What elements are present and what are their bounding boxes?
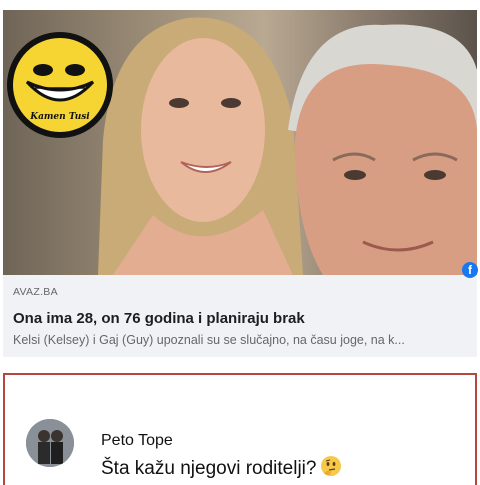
watermark-logo: Kamen Tusi	[7, 32, 113, 138]
comment-text: Šta kažu njegovi roditelji?	[101, 458, 317, 479]
link-info[interactable]: AVAZ.BA Ona ima 28, on 76 godina i plani…	[13, 286, 473, 347]
link-headline[interactable]: Ona ima 28, on 76 godina i planiraju bra…	[13, 310, 473, 327]
link-preview-photo[interactable]: Kamen Tusi	[3, 10, 477, 275]
logo-text: Kamen Tusi	[30, 112, 90, 122]
comment-highlight-box: Peto Tope Šta kažu njegovi roditelji?	[3, 373, 477, 485]
avatar[interactable]	[26, 419, 74, 467]
thinking-face-icon	[320, 455, 342, 483]
comment-text-row: Šta kažu njegovi roditelji?	[101, 455, 342, 483]
shared-link-card[interactable]: Kamen Tusi AVAZ.BA Ona ima 28, on 76 god…	[3, 10, 477, 357]
link-source: AVAZ.BA	[13, 286, 58, 298]
comment-author[interactable]: Peto Tope	[101, 432, 173, 450]
link-excerpt: Kelsi (Kelsey) i Gaj (Guy) upoznali su s…	[13, 333, 405, 347]
avatar-photo-icon	[26, 419, 74, 467]
facebook-badge-icon: f	[462, 262, 478, 278]
